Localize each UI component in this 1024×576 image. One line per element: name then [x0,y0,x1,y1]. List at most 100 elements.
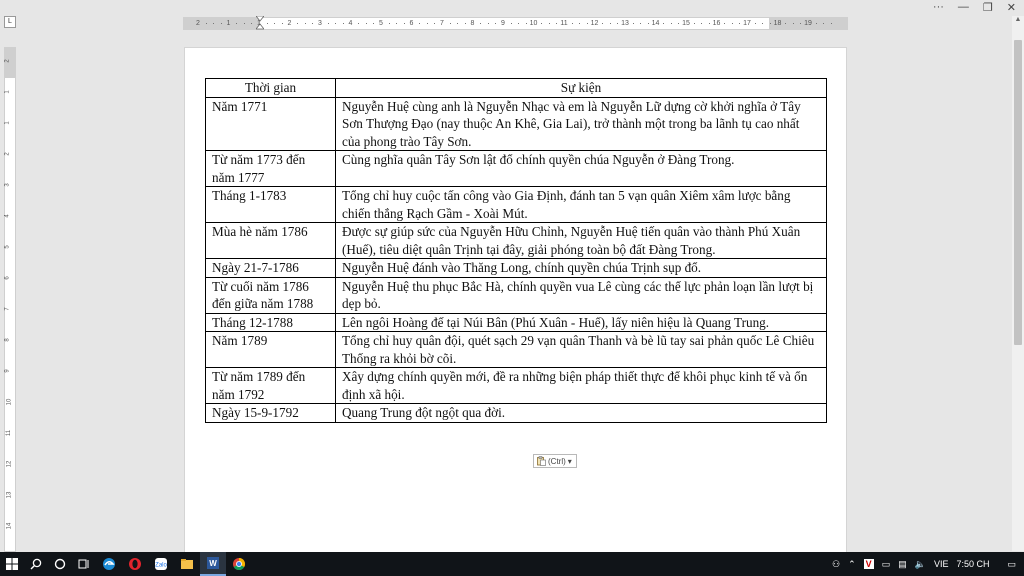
tab-selector[interactable]: L [4,16,16,28]
ruler-tick [419,23,421,24]
header-event[interactable]: Sự kiện [335,78,827,98]
file-explorer-icon[interactable] [174,552,200,576]
volume-icon[interactable]: 🔈 [915,559,926,570]
time-cell[interactable]: Từ năm 1789 đến năm 1792 [205,367,336,404]
time-cell[interactable]: Năm 1789 [205,331,336,368]
more-options-icon[interactable]: ··· [933,1,944,13]
ruler-number: 12 [590,20,599,27]
event-cell[interactable]: Nguyễn Huệ đánh vào Thăng Long, chính qu… [335,258,827,278]
ruler-number: 8 [4,338,11,342]
ruler-number: 13 [6,491,13,499]
ruler-tick [548,23,550,24]
paste-options-button[interactable]: (Ctrl) ▾ [533,454,577,468]
task-view-icon[interactable] [72,552,96,576]
ruler-tick [274,23,276,24]
event-cell[interactable]: Tổng chỉ huy cuộc tấn công vào Gia Định,… [335,186,827,223]
ruler-tick [754,23,756,24]
ruler-number: 11 [6,429,13,437]
ruler-number: 16 [712,20,721,27]
search-icon[interactable] [24,552,48,576]
time-cell[interactable]: Tháng 12-1788 [205,312,336,332]
ruler-tick [586,23,588,24]
notifications-icon[interactable]: ▭ [1007,559,1016,570]
ruler-tick [663,23,665,24]
scrollbar-thumb[interactable] [1014,40,1022,345]
input-language[interactable]: VIE [934,559,949,569]
ruler-number: 4 [348,20,353,27]
ruler-number: 10 [529,20,538,27]
ruler-tick [304,23,306,24]
ruler-tick [556,23,558,24]
ruler-tick [220,23,222,24]
time-cell[interactable]: Ngày 15-9-1792 [205,403,336,423]
ruler-tick [236,23,238,24]
ruler-tick [731,23,733,24]
ruler-number: 9 [501,20,505,27]
event-cell[interactable]: Xây dựng chính quyền mới, đề ra những bi… [335,367,827,404]
ruler-tick [632,23,634,24]
event-cell[interactable]: Lên ngôi Hoàng đế tại Núi Bân (Phú Xuân … [335,312,827,332]
edge-browser-icon[interactable] [96,552,122,576]
ruler-tick [670,23,672,24]
event-cell[interactable]: Được sự giúp sức của Nguyễn Hữu Chỉnh, N… [335,222,827,259]
event-cell[interactable]: Quang Trung đột ngột qua đời. [335,403,827,423]
event-cell[interactable]: Nguyễn Huệ thu phục Bắc Hà, chính quyền … [335,276,827,314]
close-button[interactable]: ✕ [1007,1,1016,14]
header-time[interactable]: Thời gian [205,78,336,98]
people-icon[interactable]: ⚇ [832,559,840,570]
vertical-scrollbar[interactable]: ▲ [1012,16,1024,551]
ruler-tick [609,23,611,24]
clock[interactable]: 7:50 CH [956,559,989,569]
ruler-number: 5 [4,245,11,249]
scroll-up-icon[interactable]: ▲ [1012,16,1024,26]
ruler-number: 2 [4,59,11,63]
ruler-tick [541,23,543,24]
event-cell[interactable]: Nguyễn Huệ cùng anh là Nguyễn Nhạc và em… [335,96,827,151]
ruler-number: 5 [379,20,383,27]
time-cell[interactable]: Tháng 1-1783 [205,186,336,223]
vietkey-icon[interactable]: V [863,559,874,569]
chevron-up-icon[interactable]: ⌃ [848,559,856,570]
word-app-icon[interactable]: W [200,552,226,576]
ruler-tick [243,23,245,24]
windows-start-icon[interactable] [0,552,24,576]
time-cell[interactable]: Ngày 21-7-1786 [205,258,336,278]
document-page[interactable]: Thời gian Sự kiện Năm 1771 Nguyễn Huệ cùn… [184,47,847,553]
ruler-tick [449,23,451,24]
ruler-number: 10 [6,398,13,406]
time-cell[interactable]: Từ năm 1773 đến năm 1777 [205,150,336,187]
chrome-browser-icon[interactable] [226,552,252,576]
table-row: Tháng 12-1788 Lên ngôi Hoàng đế tại Núi B… [205,312,827,332]
ruler-tick [769,23,771,24]
network-icon[interactable]: ▤ [898,559,907,570]
table-row: Ngày 21-7-1786 Nguyễn Huệ đánh vào Thăng … [205,258,827,278]
time-cell[interactable]: Từ cuối năm 1786 đến giữa năm 1788 [205,276,336,314]
event-cell[interactable]: Tổng chỉ huy quân đội, quét sạch 29 vạn … [335,331,827,368]
ruler-tick [403,23,405,24]
minimize-button[interactable]: — [958,1,969,13]
ruler-tick [510,23,512,24]
ruler-tick [464,23,466,24]
ruler-tick [571,23,573,24]
table-row: Từ năm 1789 đến năm 1792 Xây dựng chính q… [205,367,827,404]
restore-button[interactable]: ❐ [983,1,993,14]
ruler-tick [724,23,726,24]
printer-icon[interactable]: ▭ [882,559,891,570]
ruler-tick [701,23,703,24]
table-row: Năm 1789 Tổng chỉ huy quân đội, quét sạch… [205,331,827,368]
time-cell[interactable]: Mùa hè năm 1786 [205,222,336,259]
vertical-ruler[interactable]: 2 1 1 2 3 4 5 6 7 8 9 10 11 12 13 14 [4,47,16,552]
ruler-number: 1 [4,90,11,94]
cortana-icon[interactable] [48,552,72,576]
window-controls: ··· — ❐ ✕ [933,0,1016,14]
event-cell[interactable]: Cùng nghĩa quân Tây Sơn lật đổ chính quy… [335,150,827,187]
ruler-tick [335,23,337,24]
ruler-tick [205,23,207,24]
horizontal-ruler[interactable]: 2 1 1 2 3 4 5 6 7 8 9 10 11 12 13 14 15 16 17 18 19 [183,16,848,30]
ruler-tick [342,23,344,24]
events-table[interactable]: Thời gian Sự kiện Năm 1771 Nguyễn Huệ cùn… [205,78,827,423]
time-cell[interactable]: Năm 1771 [205,96,336,151]
system-tray: ⚇ ⌃ V ▭ ▤ 🔈 VIE 7:50 CH ▭ [832,552,1024,576]
zalo-icon[interactable]: Zalo [148,552,174,576]
opera-browser-icon[interactable] [122,552,148,576]
